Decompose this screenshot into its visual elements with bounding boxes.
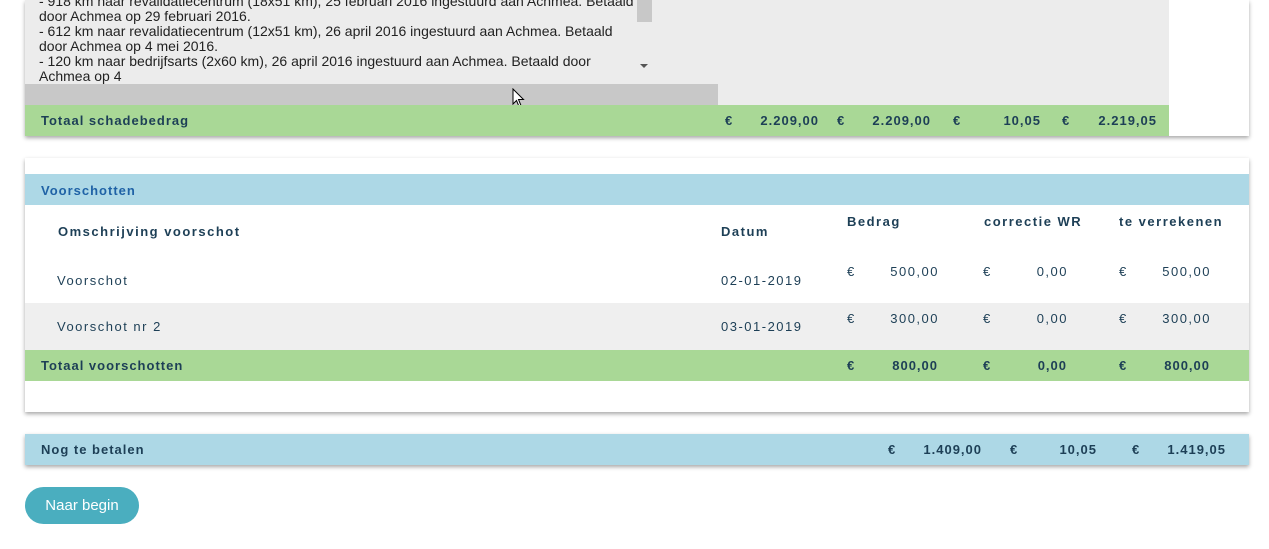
nog-te-betalen-totaal: 1.419,05 bbox=[1167, 442, 1226, 457]
nog-te-betalen-correctie: 10,05 bbox=[1059, 442, 1097, 457]
table-row: Voorschot nr 2 03-01-2019 € 300,00 € 0,0… bbox=[25, 303, 1249, 350]
nog-te-betalen-bar: Nog te betalen € 1.409,00 € 10,05 € 1.41… bbox=[25, 434, 1249, 465]
horizontal-scrollbar-thumb[interactable] bbox=[25, 84, 718, 105]
row-correctie: 0,00 bbox=[1036, 311, 1068, 326]
euro-sign: € bbox=[1010, 442, 1018, 457]
euro-sign: € bbox=[837, 113, 845, 128]
euro-sign: € bbox=[983, 311, 992, 326]
col-datum-header: Datum bbox=[721, 224, 769, 239]
scrollbar-thumb[interactable] bbox=[637, 0, 652, 22]
horizontal-scrollbar[interactable] bbox=[25, 84, 1169, 105]
notes-line: - 612 km naar revalidatiecentrum (12x51 … bbox=[39, 23, 613, 54]
euro-sign: € bbox=[847, 264, 856, 279]
row-correctie: 0,00 bbox=[1036, 264, 1068, 279]
nog-te-betalen-bedrag: 1.409,00 bbox=[923, 442, 982, 457]
notes-line: - 918 km naar revalidatiecentrum (18x51 … bbox=[39, 0, 634, 24]
row-bedrag: 500,00 bbox=[890, 264, 939, 279]
euro-sign: € bbox=[1119, 311, 1128, 326]
euro-sign: € bbox=[1119, 264, 1128, 279]
schade-bedrag: 2.209,00 bbox=[760, 113, 819, 128]
euro-sign: € bbox=[847, 311, 856, 326]
voorschotten-card: Voorschotten Omschrijving voorschot Datu… bbox=[25, 158, 1249, 412]
nog-te-betalen-label: Nog te betalen bbox=[41, 442, 145, 457]
col-correctie-header: correctie WR bbox=[984, 214, 1083, 229]
row-omschrijving: Voorschot nr 2 bbox=[57, 319, 162, 334]
euro-sign: € bbox=[1119, 358, 1128, 373]
row-verrekenen: 300,00 bbox=[1162, 311, 1211, 326]
euro-sign: € bbox=[953, 113, 961, 128]
row-bedrag: 300,00 bbox=[890, 311, 939, 326]
notes-area: - 918 km naar revalidatiecentrum (18x51 … bbox=[25, 0, 1169, 84]
notes-textarea[interactable]: - 918 km naar revalidatiecentrum (18x51 … bbox=[25, 0, 652, 84]
totaal-schadebedrag-label: Totaal schadebedrag bbox=[41, 113, 190, 128]
row-datum: 02-01-2019 bbox=[721, 273, 803, 288]
table-row: Voorschot 02-01-2019 € 500,00 € 0,00 € 5… bbox=[25, 256, 1249, 303]
schade-correctie: 10,05 bbox=[1003, 113, 1041, 128]
notes-line: - 120 km naar bedrijfsarts (2x60 km), 26… bbox=[39, 53, 591, 84]
col-verrekenen-header: te verrekenen bbox=[1119, 214, 1224, 229]
euro-sign: € bbox=[725, 113, 733, 128]
schade-card: - 918 km naar revalidatiecentrum (18x51 … bbox=[25, 0, 1249, 136]
euro-sign: € bbox=[1132, 442, 1140, 457]
row-verrekenen: 500,00 bbox=[1162, 264, 1211, 279]
totaal-schadebedrag-row: Totaal schadebedrag € 2.209,00 € 2.209,0… bbox=[25, 105, 1169, 136]
scroll-down-arrow-icon[interactable] bbox=[640, 64, 648, 68]
euro-sign: € bbox=[847, 358, 856, 373]
euro-sign: € bbox=[1062, 113, 1070, 128]
totaal-voorschotten-bedrag: 800,00 bbox=[892, 358, 938, 373]
euro-sign: € bbox=[983, 264, 992, 279]
totaal-voorschotten-correctie: 0,00 bbox=[1037, 358, 1067, 373]
totaal-voorschotten-verrekenen: 800,00 bbox=[1164, 358, 1210, 373]
notes-vertical-scrollbar[interactable] bbox=[637, 0, 652, 78]
schade-totaal: 2.219,05 bbox=[1098, 113, 1157, 128]
euro-sign: € bbox=[888, 442, 896, 457]
row-omschrijving: Voorschot bbox=[57, 273, 129, 288]
schade-bedrag-2: 2.209,00 bbox=[872, 113, 931, 128]
voorschotten-title: Voorschotten bbox=[41, 183, 136, 198]
naar-begin-button[interactable]: Naar begin bbox=[25, 487, 139, 524]
row-datum: 03-01-2019 bbox=[721, 319, 803, 334]
totaal-voorschotten-label: Totaal voorschotten bbox=[41, 358, 184, 373]
col-omschrijving-header: Omschrijving voorschot bbox=[58, 224, 241, 239]
col-bedrag-header: Bedrag bbox=[847, 214, 901, 229]
totaal-voorschotten-row: Totaal voorschotten € 800,00 € 0,00 € 80… bbox=[25, 350, 1249, 381]
euro-sign: € bbox=[983, 358, 992, 373]
voorschotten-header: Voorschotten bbox=[25, 174, 1249, 205]
